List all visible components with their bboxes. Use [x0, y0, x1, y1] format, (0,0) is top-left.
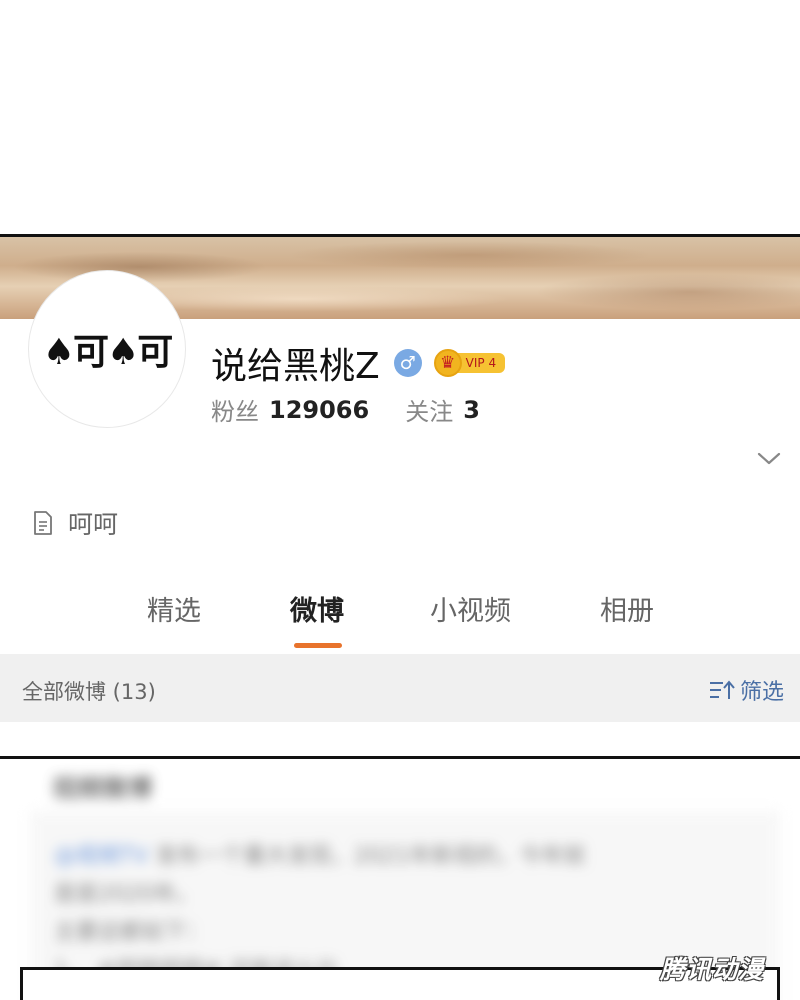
- bio-row: 呵呵: [32, 505, 118, 541]
- all-posts-count: 全部微博 (13): [22, 680, 156, 704]
- filter-bar: 全部微博 (13) 筛选: [0, 654, 800, 722]
- stats-row: 粉丝 129066 关注 3: [211, 392, 480, 427]
- followers-label[interactable]: 粉丝: [211, 392, 259, 427]
- active-tab-indicator: [294, 643, 342, 648]
- profile-panel: ♠可♠可 说给黑桃Z ♂ ♛ VIP 4 粉丝 129066 关注 3 呵呵 精…: [0, 234, 800, 722]
- tab-weibo[interactable]: 微博: [290, 589, 344, 628]
- document-icon: [34, 511, 52, 535]
- tab-short-video[interactable]: 小视频: [430, 589, 511, 628]
- avatar-glyphs: ♠可♠可: [42, 332, 174, 373]
- bio-text: 呵呵: [68, 510, 119, 539]
- followers-count[interactable]: 129066: [269, 396, 369, 424]
- filter-icon: [709, 680, 735, 699]
- post-line-3: 主要这都如下：: [54, 920, 209, 945]
- vip-badge[interactable]: ♛ VIP 4: [433, 349, 506, 377]
- post-line-1-text: 发布一个重大发现，2021年新视的，今年就: [155, 844, 586, 869]
- crown-icon: ♛: [433, 349, 462, 377]
- following-count[interactable]: 3: [463, 396, 480, 424]
- filter-button[interactable]: 筛选: [708, 674, 784, 706]
- tab-featured[interactable]: 精选: [147, 589, 201, 628]
- tab-album[interactable]: 相册: [600, 589, 654, 628]
- section-title: 视频微博: [52, 774, 153, 803]
- blank-top-area: [0, 0, 800, 234]
- post-line-1: @视频TV 发布一个重大发现，2021年新视的，今年就: [54, 839, 774, 875]
- username: 说给黑桃Z: [211, 346, 380, 387]
- post-mention-link: @视频TV: [54, 844, 149, 869]
- name-row: 说给黑桃Z ♂ ♛ VIP 4: [211, 337, 506, 389]
- avatar[interactable]: ♠可♠可: [28, 270, 186, 428]
- post-line-2: 是是2020年。: [54, 882, 198, 907]
- profile-tabs: 精选 微博 小视频 相册: [0, 589, 800, 649]
- chevron-down-icon[interactable]: [756, 447, 782, 469]
- watermark-logo: 腾讯动漫: [660, 955, 765, 984]
- male-gender-icon: ♂: [393, 349, 422, 377]
- following-label[interactable]: 关注: [405, 392, 453, 427]
- filter-label: 筛选: [739, 680, 784, 705]
